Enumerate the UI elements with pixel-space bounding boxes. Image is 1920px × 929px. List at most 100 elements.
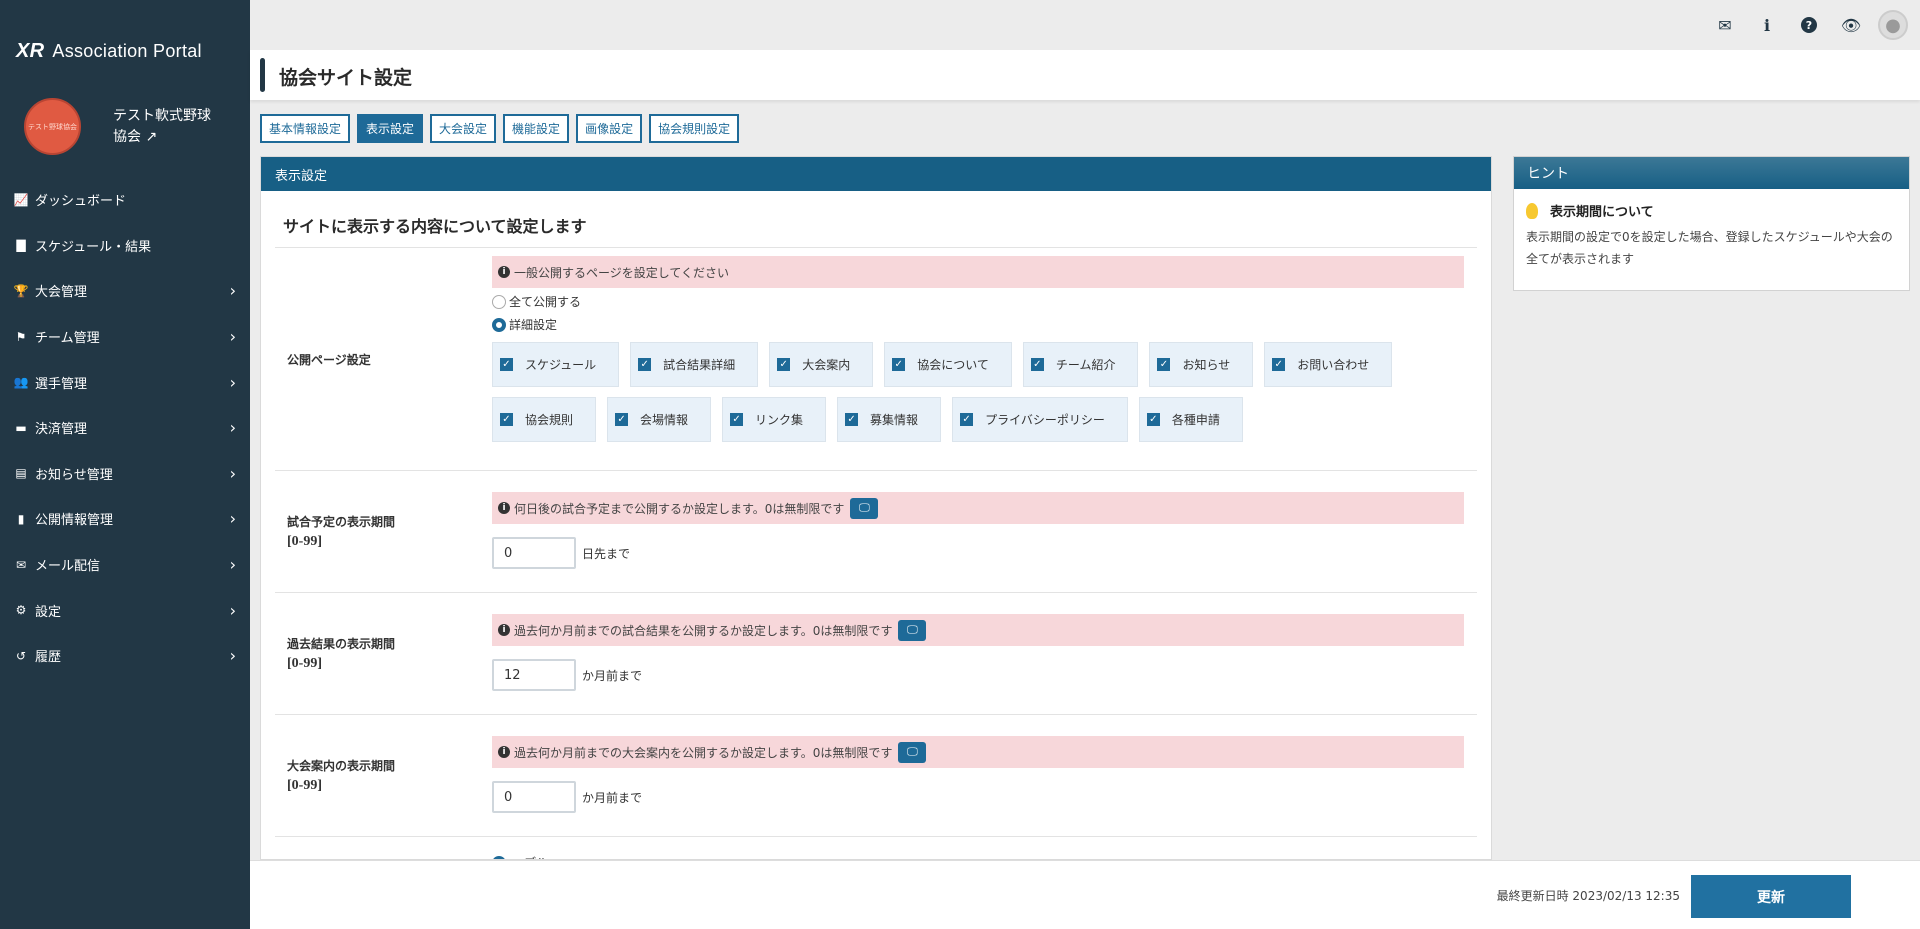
period-unit: か月前まで	[582, 790, 643, 805]
tab-2[interactable]: 大会設定	[430, 114, 497, 143]
sidebar-item-label: 公開情報管理	[35, 513, 114, 529]
page-checkbox-0[interactable]: ✓ スケジュール	[492, 342, 620, 387]
monitor-preview-icon[interactable]: 🖵	[898, 619, 927, 641]
tab-4[interactable]: 画像設定	[576, 114, 643, 143]
chevron-right-icon: ›	[229, 555, 236, 575]
sidebar-item-2[interactable]: 🏆 大会管理 ›	[0, 268, 250, 314]
page-checkbox-10[interactable]: ✓ 募集情報	[837, 397, 942, 442]
sidebar-item-7[interactable]: ▮ 公開情報管理 ›	[0, 496, 250, 542]
page-checkbox-7[interactable]: ✓ 協会規則	[492, 397, 597, 442]
mail-icon[interactable]: ✉	[1704, 9, 1746, 41]
checkbox-label: 会場情報	[640, 413, 689, 427]
sidebar-item-label: チーム管理	[35, 331, 100, 347]
page-checkbox-12[interactable]: ✓ 各種申請	[1138, 397, 1243, 442]
checkbox-checked-icon: ✓	[638, 358, 652, 371]
sidebar-item-8[interactable]: ✉ メール配信 ›	[0, 542, 250, 588]
period-row-2: 大会案内の表示期間 [0-99] i 過去何か月前までの大会案内を公開するか設定します…	[275, 715, 1477, 837]
info-icon[interactable]: i	[1746, 9, 1788, 41]
page-checkbox-11[interactable]: ✓ プライバシーポリシー	[952, 397, 1128, 442]
page-checkbox-6[interactable]: ✓ お問い合わせ	[1264, 342, 1393, 387]
checkbox-label: 募集情報	[870, 413, 919, 427]
page-checkbox-5[interactable]: ✓ お知らせ	[1149, 342, 1254, 387]
public-pages-alert: i 一般公開するページを設定してください	[492, 256, 1464, 288]
monitor-preview-icon[interactable]: 🖵	[898, 741, 927, 763]
period-label: 大会案内の表示期間	[287, 759, 396, 773]
period-input[interactable]	[492, 781, 576, 813]
help-icon[interactable]: ?	[1788, 9, 1830, 41]
app-logo[interactable]: XR Association Portal	[16, 40, 202, 63]
sidebar-item-0[interactable]: 📈 ダッシュボード	[0, 177, 250, 223]
period-input[interactable]	[492, 659, 576, 691]
checkbox-checked-icon: ✓	[500, 358, 513, 371]
hint-title: 表示期間について	[1550, 205, 1654, 220]
period-input[interactable]	[492, 537, 576, 569]
section-title: サイトに表示する内容について設定します	[275, 191, 1477, 248]
info-circle-icon: i	[498, 624, 510, 636]
sidebar-nav: 📈 ダッシュボード ▇ スケジュール・結果 🏆 大会管理 › ⚑ チーム管理 › 👥 選手管理 › ▬ 決済…	[0, 177, 250, 679]
footer-bar: 最終更新日時 2023/02/13 12:35 更新	[250, 860, 1920, 929]
alert-text: 過去何か月前までの試合結果を公開するか設定します。0は無制限です	[514, 623, 893, 638]
page-checkbox-9[interactable]: ✓ リンク集	[722, 397, 827, 442]
credit-card-icon: ▬	[15, 420, 27, 435]
alert-text: 過去何か月前までの大会案内を公開するか設定します。0は無制限です	[514, 745, 893, 760]
panel-header: 表示設定	[261, 157, 1491, 191]
color-radio-blue[interactable]: ■ ブルー	[492, 853, 1469, 859]
period-row-1: 過去結果の表示期間 [0-99] i 過去何か月前までの試合結果を公開するか設定します…	[275, 593, 1477, 715]
tab-5[interactable]: 協会規則設定	[649, 114, 740, 143]
sidebar-item-label: 選手管理	[35, 376, 88, 392]
newspaper-icon: ▤	[15, 466, 27, 481]
page-title: 協会サイト設定	[279, 67, 413, 89]
period-range: [0-99]	[287, 656, 322, 671]
sidebar-item-9[interactable]: ⚙ 設定 ›	[0, 587, 250, 633]
page-checkbox-2[interactable]: ✓ 大会案内	[769, 342, 874, 387]
page-checkbox-1[interactable]: ✓ 試合結果詳細	[630, 342, 759, 387]
visibility-radio-1[interactable]: 詳細設定	[492, 315, 1469, 334]
checkbox-checked-icon: ✓	[615, 413, 629, 426]
title-accent-bar	[260, 58, 265, 92]
sidebar-item-10[interactable]: ↺ 履歴 ›	[0, 633, 250, 679]
chevron-right-icon: ›	[229, 418, 236, 438]
user-avatar-icon[interactable]: ●	[1878, 10, 1908, 40]
sidebar-item-label: ダッシュボード	[35, 194, 127, 210]
checkbox-label: プライバシーポリシー	[985, 413, 1105, 427]
page-checkbox-4[interactable]: ✓ チーム紹介	[1022, 342, 1139, 387]
page-checkbox-8[interactable]: ✓ 会場情報	[607, 397, 712, 442]
sidebar-item-5[interactable]: ▬ 決済管理 ›	[0, 405, 250, 451]
checkbox-label: スケジュール	[525, 358, 597, 372]
sidebar-item-label: 決済管理	[35, 422, 88, 438]
eye-icon[interactable]: 👁	[1830, 9, 1872, 41]
update-button[interactable]: 更新	[1691, 875, 1851, 918]
radio-label: 詳細設定	[509, 318, 558, 332]
sidebar-item-6[interactable]: ▤ お知らせ管理 ›	[0, 451, 250, 497]
period-row-0: 試合予定の表示期間 [0-99] i 何日後の試合予定まで公開するか設定します。0は無…	[275, 471, 1477, 593]
radio-indicator	[492, 294, 506, 309]
sidebar-item-3[interactable]: ⚑ チーム管理 ›	[0, 314, 250, 360]
period-label: 試合予定の表示期間	[287, 515, 396, 529]
checkbox-checked-icon: ✓	[1272, 358, 1286, 371]
info-circle-icon: i	[498, 502, 510, 514]
sidebar-item-label: 履歴	[35, 650, 62, 666]
sidebar-item-1[interactable]: ▇ スケジュール・結果	[0, 223, 250, 269]
tab-1[interactable]: 表示設定	[357, 114, 424, 143]
checkbox-label: お問い合わせ	[1297, 358, 1370, 372]
flag-icon: ⚑	[15, 329, 27, 344]
visibility-radio-0[interactable]: 全て公開する	[492, 292, 1469, 311]
radio-indicator	[492, 317, 506, 332]
period-range: [0-99]	[287, 778, 322, 793]
org-name-link[interactable]: テスト軟式野球協会 ↗	[113, 106, 223, 148]
tab-3[interactable]: 機能設定	[503, 114, 570, 143]
chevron-right-icon: ›	[229, 281, 236, 301]
page-header: 協会サイト設定	[250, 50, 1920, 100]
sidebar-item-4[interactable]: 👥 選手管理 ›	[0, 359, 250, 405]
checkbox-checked-icon: ✓	[777, 358, 791, 371]
display-settings-panel: 表示設定 サイトに表示する内容について設定します 公開ページ設定 i 一般公開する…	[260, 156, 1492, 860]
tab-0[interactable]: 基本情報設定	[260, 114, 351, 143]
checkbox-checked-icon: ✓	[500, 413, 513, 426]
checkbox-checked-icon: ✓	[845, 413, 859, 426]
external-link-icon: ↗	[145, 128, 158, 145]
monitor-preview-icon[interactable]: 🖵	[850, 497, 879, 519]
last-updated: 最終更新日時 2023/02/13 12:35	[1496, 889, 1680, 903]
alert-text: 一般公開するページを設定してください	[514, 265, 730, 280]
page-checkbox-3[interactable]: ✓ 協会について	[884, 342, 1012, 387]
period-alert: i 過去何か月前までの大会案内を公開するか設定します。0は無制限です 🖵	[492, 736, 1464, 768]
